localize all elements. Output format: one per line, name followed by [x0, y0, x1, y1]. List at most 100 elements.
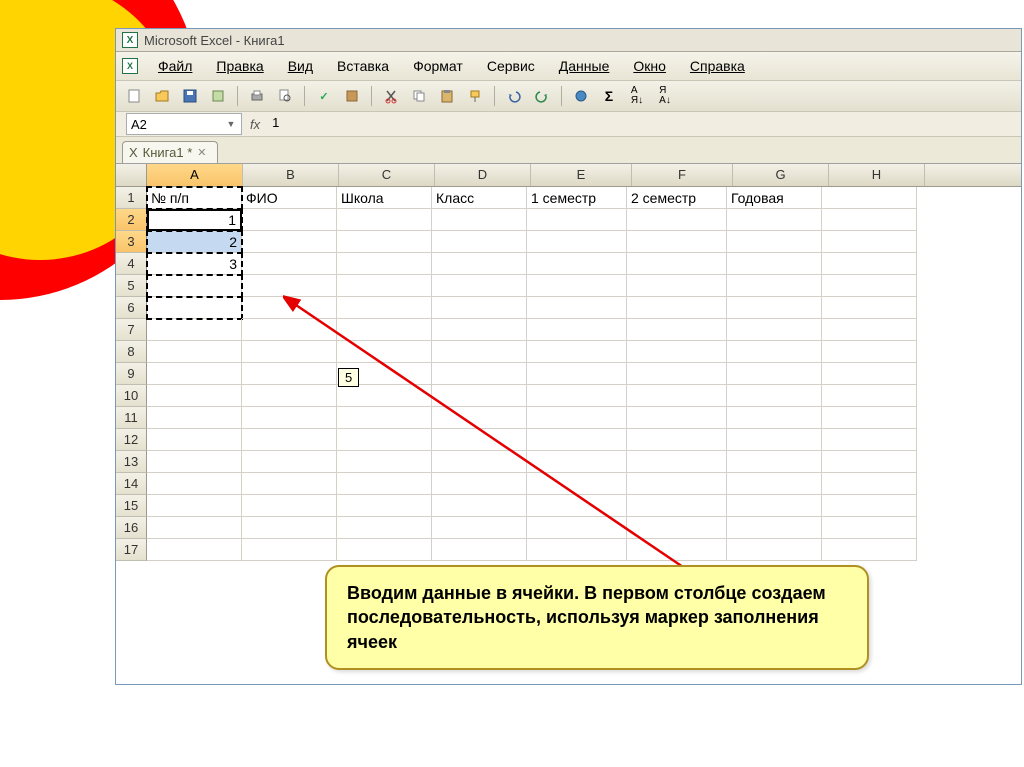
cell[interactable] — [337, 341, 432, 363]
cell[interactable] — [727, 385, 822, 407]
cell[interactable] — [727, 209, 822, 231]
col-header-D[interactable]: D — [435, 164, 531, 186]
cell[interactable] — [627, 341, 727, 363]
cell[interactable] — [627, 209, 727, 231]
cell[interactable] — [147, 363, 242, 385]
redo-icon[interactable] — [530, 84, 554, 108]
undo-icon[interactable] — [502, 84, 526, 108]
cell[interactable] — [242, 363, 337, 385]
cell[interactable] — [147, 275, 242, 297]
cell[interactable] — [627, 363, 727, 385]
cell[interactable] — [527, 451, 627, 473]
cell[interactable] — [337, 275, 432, 297]
cell[interactable] — [242, 209, 337, 231]
cell[interactable] — [822, 495, 917, 517]
cell-A1[interactable]: № п/п — [147, 187, 242, 209]
cell[interactable] — [337, 231, 432, 253]
cell[interactable] — [727, 539, 822, 561]
menu-insert[interactable]: Вставка — [327, 55, 399, 77]
cell[interactable] — [147, 539, 242, 561]
cell[interactable] — [242, 319, 337, 341]
cell[interactable] — [337, 297, 432, 319]
cell[interactable] — [147, 429, 242, 451]
col-header-A[interactable]: A — [147, 164, 243, 186]
row-header[interactable]: 7 — [116, 319, 147, 341]
cell[interactable] — [432, 517, 527, 539]
cell[interactable] — [337, 385, 432, 407]
cell[interactable] — [627, 231, 727, 253]
cell[interactable] — [627, 429, 727, 451]
row-header[interactable]: 8 — [116, 341, 147, 363]
cell[interactable] — [432, 385, 527, 407]
cell[interactable] — [822, 407, 917, 429]
cell-A2[interactable]: 1 — [147, 209, 242, 231]
cell[interactable] — [822, 429, 917, 451]
cell[interactable] — [432, 275, 527, 297]
menu-view[interactable]: Вид — [278, 55, 323, 77]
cell[interactable] — [242, 539, 337, 561]
cell[interactable] — [727, 473, 822, 495]
cell[interactable] — [147, 517, 242, 539]
autosum-icon[interactable]: Σ — [597, 84, 621, 108]
cell[interactable] — [242, 275, 337, 297]
cell[interactable] — [147, 451, 242, 473]
cell[interactable] — [147, 341, 242, 363]
cell[interactable] — [627, 297, 727, 319]
close-tab-icon[interactable]: ✕ — [197, 146, 206, 159]
cell[interactable] — [337, 209, 432, 231]
row-header[interactable]: 10 — [116, 385, 147, 407]
col-header-F[interactable]: F — [632, 164, 733, 186]
cell[interactable] — [727, 451, 822, 473]
cell[interactable] — [527, 539, 627, 561]
cell[interactable] — [822, 517, 917, 539]
cell[interactable] — [242, 385, 337, 407]
sort-desc-icon[interactable]: ЯА↓ — [653, 84, 677, 108]
cell[interactable] — [822, 253, 917, 275]
cell[interactable] — [727, 297, 822, 319]
document-tab[interactable]: X Книга1 * ✕ — [122, 141, 218, 163]
cell[interactable] — [822, 187, 917, 209]
cell[interactable] — [337, 429, 432, 451]
cell[interactable] — [147, 495, 242, 517]
cell[interactable] — [727, 319, 822, 341]
cell[interactable] — [337, 495, 432, 517]
hyperlink-icon[interactable] — [569, 84, 593, 108]
cell[interactable] — [432, 231, 527, 253]
cell[interactable] — [627, 451, 727, 473]
menu-help[interactable]: Справка — [680, 55, 755, 77]
cell[interactable] — [627, 517, 727, 539]
cell[interactable] — [527, 275, 627, 297]
spelling-icon[interactable]: ✓ — [312, 84, 336, 108]
row-header[interactable]: 1 — [116, 187, 147, 209]
cell[interactable] — [242, 517, 337, 539]
cell[interactable] — [822, 363, 917, 385]
menu-format[interactable]: Формат — [403, 55, 473, 77]
cell[interactable] — [432, 539, 527, 561]
menu-data[interactable]: Данные — [549, 55, 620, 77]
cell[interactable] — [432, 253, 527, 275]
cell[interactable] — [822, 275, 917, 297]
cell-D1[interactable]: Класс — [432, 187, 527, 209]
cell[interactable] — [242, 429, 337, 451]
cell[interactable] — [627, 539, 727, 561]
name-box-dropdown-icon[interactable]: ▼ — [225, 119, 237, 129]
cell[interactable] — [822, 451, 917, 473]
menu-tools[interactable]: Сервис — [477, 55, 545, 77]
research-icon[interactable] — [340, 84, 364, 108]
cell[interactable] — [147, 319, 242, 341]
cell[interactable] — [337, 517, 432, 539]
cell[interactable] — [147, 473, 242, 495]
cell[interactable] — [337, 539, 432, 561]
cell[interactable] — [432, 209, 527, 231]
cell[interactable] — [527, 517, 627, 539]
cell[interactable] — [727, 363, 822, 385]
cut-icon[interactable] — [379, 84, 403, 108]
row-header[interactable]: 14 — [116, 473, 147, 495]
row-header[interactable]: 13 — [116, 451, 147, 473]
cell[interactable] — [432, 297, 527, 319]
col-header-E[interactable]: E — [531, 164, 632, 186]
cell[interactable] — [822, 319, 917, 341]
col-header-C[interactable]: C — [339, 164, 435, 186]
row-header[interactable]: 17 — [116, 539, 147, 561]
cell[interactable] — [432, 451, 527, 473]
